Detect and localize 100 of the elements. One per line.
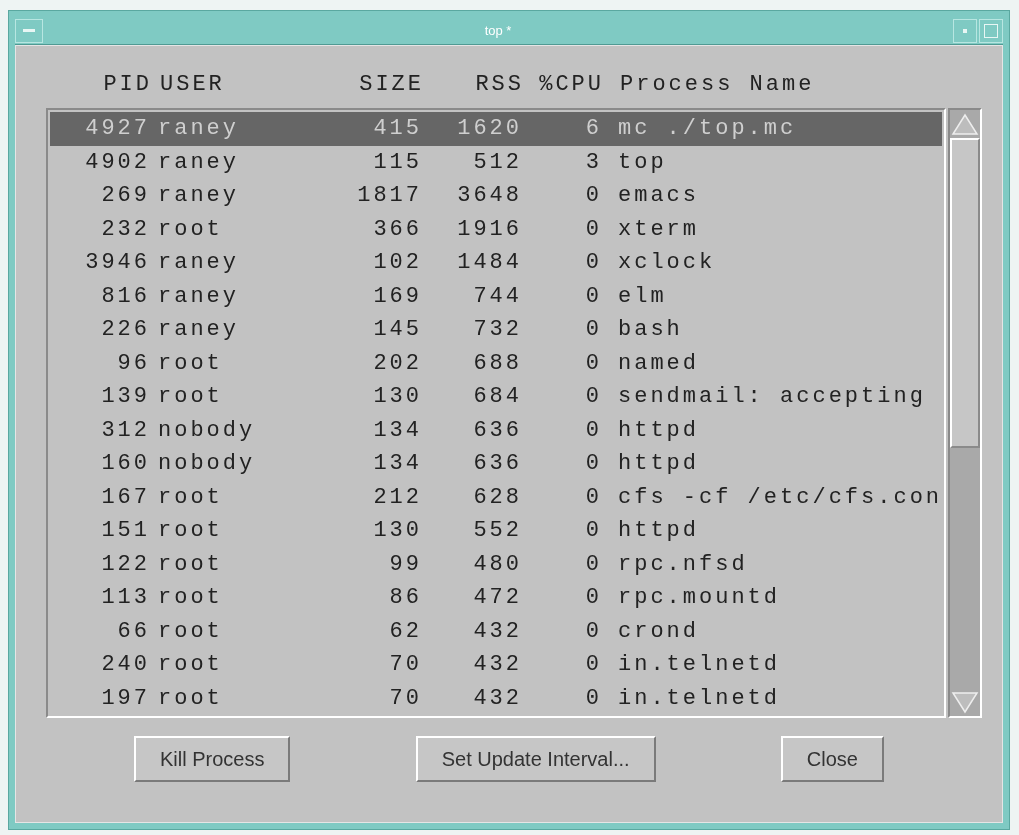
scrollbar-thumb[interactable] [950,138,981,448]
square-icon [984,23,998,38]
table-cell-text: 0 [584,416,602,445]
table-cell-text: 70 [388,684,422,713]
table-cell-text: 0 [584,483,602,512]
table-cell-text: 1817 [356,182,422,211]
table-cell-text: raney [157,249,240,278]
process-row[interactable]: 269 raney 1817 3648 0 emacs [50,179,943,213]
table-cell-text: 66 [116,617,150,646]
table-cell-text: 139 [100,383,150,412]
table-cell-text: nobody [157,450,257,479]
table-cell-text: 169 [372,282,422,311]
table-cell-text: 432 [472,684,522,713]
table-cell-text: root [157,349,224,378]
table-cell-text: 1620 [456,115,522,144]
column-header: PID [102,70,152,99]
table-cell-text: 145 [372,316,422,345]
table-cell-text: named [617,349,700,378]
table-cell-text: elm [617,282,668,311]
table-cell-text: 0 [584,316,602,345]
table-cell-text: 744 [472,282,522,311]
table-cell-text: in.telnetd [617,651,782,680]
table-cell-text: raney [157,148,240,177]
table-cell-text: root [157,684,224,713]
process-row[interactable]: 66 root 62 432 0 crond [50,614,943,648]
process-row[interactable]: 160 nobody 134 636 0 httpd [50,447,943,481]
table-cell-text: 6 [584,115,602,144]
dialog-button[interactable]: Kill Process [134,736,291,782]
maximize-button[interactable] [979,18,1003,43]
table-cell-text: 0 [584,550,602,579]
process-row[interactable]: 232 root 366 1916 0 xterm [50,212,943,246]
table-cell-text: 0 [584,249,602,278]
process-row[interactable]: 151 root 130 552 0 httpd [50,514,943,548]
table-cell-text: rpc.mountd [617,584,782,613]
table-cell-text: 312 [100,416,150,445]
process-row[interactable]: 226 raney 145 732 0 bash [50,313,943,347]
table-cell-text: root [157,483,224,512]
table-cell-text: 232 [100,215,150,244]
table-cell-text: root [157,584,224,613]
table-cell-text: 816 [100,282,150,311]
table-cell-text: 415 [372,115,422,144]
table-cell-text: raney [157,182,240,211]
table-cell-text: 0 [584,383,602,412]
table-cell-text: root [157,651,224,680]
table-cell-text: rpc.nfsd [617,550,749,579]
column-header: USER [159,70,226,99]
table-cell-text: 0 [584,215,602,244]
scrollbar[interactable] [948,108,983,718]
dialog-button[interactable]: Close [780,736,884,782]
table-cell-text: 240 [100,651,150,680]
process-row[interactable]: 113 root 86 472 0 rpc.mountd [50,581,943,615]
table-cell-text: 167 [100,483,150,512]
table-cell-text: 432 [472,617,522,646]
column-header: SIZE [358,70,424,99]
table-cell-text: mc ./top.mc [617,115,798,144]
process-row[interactable]: 3946 raney 102 1484 0 xclock [50,246,943,280]
table-cell-text: 4927 [84,115,150,144]
process-row[interactable]: 122 root 99 480 0 rpc.nfsd [50,547,943,581]
process-row[interactable]: 197 root 70 432 0 in.telnetd [50,681,943,715]
table-cell-text: 0 [584,450,602,479]
table-cell-text: root [157,550,224,579]
process-row[interactable]: 816 raney 169 744 0 elm [50,279,943,313]
table-cell-text: 96 [116,349,150,378]
process-row[interactable]: 312 nobody 134 636 0 httpd [50,413,943,447]
table-cell-text: 636 [472,450,522,479]
table-cell-text: 480 [472,550,522,579]
table-cell-text: 122 [100,550,150,579]
table-cell-text: 86 [388,584,422,613]
process-row[interactable]: 96 root 202 688 0 named [50,346,943,380]
table-cell-text: 512 [472,148,522,177]
table-cell-text: crond [617,617,700,646]
table-cell-text: 732 [472,316,522,345]
process-row[interactable]: 167 root 212 628 0 cfs -cf /etc/cfs.con [50,480,943,514]
table-cell-text: nobody [157,416,257,445]
table-cell-text: 552 [472,517,522,546]
window-title: top * [483,21,513,40]
process-row[interactable]: 4902 raney 115 512 3 top [50,145,943,179]
table-cell-text: in.telnetd [617,684,782,713]
table-cell-text: top [617,148,668,177]
process-row[interactable]: 4927 raney 415 1620 6 mc ./top.mc [50,112,943,146]
process-row[interactable]: 139 root 130 684 0 sendmail: accepting [50,380,943,414]
table-cell-text: root [157,215,224,244]
table-cell-text: 115 [372,148,422,177]
column-header: RSS [474,70,524,99]
table-cell-text: 366 [372,215,422,244]
process-row[interactable]: 240 root 70 432 0 in.telnetd [50,648,943,682]
table-cell-text: httpd [617,517,700,546]
table-cell-text: 628 [472,483,522,512]
table-cell-text: 4902 [84,148,150,177]
column-header: Process Name [619,70,816,99]
minimize-button[interactable] [953,18,977,43]
table-cell-text: 202 [372,349,422,378]
window-menu-button[interactable] [15,18,43,43]
table-cell-text: raney [157,316,240,345]
table-cell-text: xterm [617,215,700,244]
table-cell-text: raney [157,282,240,311]
dialog-button[interactable]: Set Update Interval... [415,736,656,782]
table-cell-text: 269 [100,182,150,211]
table-cell-text: root [157,617,224,646]
table-cell-text: 0 [584,182,602,211]
